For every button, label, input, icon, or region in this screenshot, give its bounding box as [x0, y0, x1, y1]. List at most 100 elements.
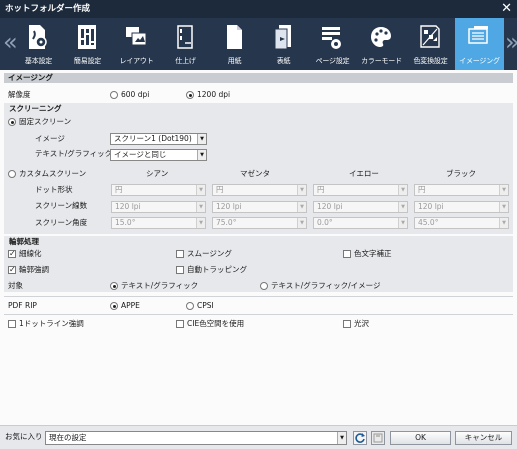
color-mode-icon: [371, 27, 391, 47]
black-angle-select[interactable]: 45.0° ▼: [414, 217, 509, 229]
magenta-dot-select[interactable]: 円 ▼: [212, 184, 307, 196]
custom-screen-label[interactable]: カスタムスクリーン: [19, 169, 86, 179]
easy-settings-icon: [78, 25, 96, 49]
image-screen-select[interactable]: スクリーン1 (Dot190) ▼: [110, 133, 207, 145]
color-char-checkbox[interactable]: [343, 250, 351, 258]
yellow-dot-select[interactable]: 円 ▼: [313, 184, 408, 196]
pdf-appe-label[interactable]: APPE: [121, 301, 140, 311]
tab-label: ページ設定: [315, 57, 350, 65]
pdf-rip-label: PDF RIP: [8, 301, 37, 310]
target-text-graphic-radio[interactable]: [110, 282, 118, 290]
smoothing-checkbox[interactable]: [176, 250, 184, 258]
one-dot-line-label[interactable]: 1ドットライン強調: [19, 319, 84, 329]
pdf-cpsi-label[interactable]: CPSI: [197, 301, 214, 311]
cover-icon: [274, 25, 291, 50]
favorites-select[interactable]: 現在の設定 ▼: [45, 431, 347, 445]
refresh-button[interactable]: [353, 431, 367, 445]
favorites-value: 現在の設定: [49, 433, 87, 442]
magenta-lpi-select[interactable]: 120 lpi ▼: [212, 201, 307, 213]
edge-processing-section: [4, 236, 513, 292]
target-text-graphic-label[interactable]: テキスト/グラフィック: [121, 281, 198, 291]
tab-finishing[interactable]: 仕上げ: [161, 18, 210, 70]
black-dot-select[interactable]: 円 ▼: [414, 184, 509, 196]
tab-cover[interactable]: 表紙: [259, 18, 308, 70]
chevron-down-icon: ▼: [197, 150, 206, 160]
tab-label: 色変換設定: [413, 57, 448, 65]
resolution-1200-label[interactable]: 1200 dpi: [197, 90, 230, 100]
tab-imaging[interactable]: イメージング: [455, 18, 504, 70]
image-label: イメージ: [35, 134, 65, 143]
scroll-right-icon[interactable]: »: [505, 28, 517, 58]
column-yellow: イエロー: [349, 169, 379, 178]
page-settings-icon: [322, 27, 341, 49]
tab-easy-settings[interactable]: 簡易設定: [63, 18, 112, 70]
edge-processing-title: 輪郭処理: [9, 237, 39, 246]
imaging-panel: イメージング 解像度 600 dpi 1200 dpi スクリーニング 固定スク…: [0, 70, 517, 425]
target-all-label[interactable]: テキスト/グラフィック/イメージ: [271, 281, 381, 291]
target-all-radio[interactable]: [260, 282, 268, 290]
tab-paper[interactable]: 用紙: [210, 18, 259, 70]
thinning-label[interactable]: 細線化: [19, 249, 42, 259]
cyan-angle-select[interactable]: 15.0° ▼: [111, 217, 206, 229]
title-bar: ホットフォルダー作成 ✕: [0, 0, 517, 18]
yellow-angle-select[interactable]: 0.0° ▼: [313, 217, 408, 229]
tab-page-settings[interactable]: ページ設定: [308, 18, 357, 70]
yellow-angle-value: 0.0°: [317, 218, 333, 227]
scroll-left-icon[interactable]: «: [3, 28, 18, 58]
layout-icon: [126, 27, 147, 46]
tab-label: 用紙: [227, 57, 242, 65]
smoothing-label[interactable]: スムージング: [187, 249, 232, 259]
tab-color-conversion[interactable]: 色変換設定: [406, 18, 455, 70]
auto-trap-label[interactable]: 自動トラッピング: [187, 265, 247, 275]
tab-bar: « 基本設定 簡易設定 レイアウト 仕上げ 用紙 表紙 ページ設定 カラーモード…: [0, 18, 517, 70]
text-graphic-screen-value: イメージと同じ: [114, 150, 167, 159]
resolution-1200-radio[interactable]: [186, 91, 194, 99]
tab-color-mode[interactable]: カラーモード: [357, 18, 406, 70]
pdf-appe-radio[interactable]: [110, 302, 118, 310]
imaging-icon: [468, 26, 488, 44]
chevron-down-icon: ▼: [297, 218, 306, 228]
edge-enhance-checkbox[interactable]: [8, 265, 16, 274]
custom-screen-radio[interactable]: [8, 170, 16, 178]
cie-color-checkbox[interactable]: [176, 320, 184, 328]
divider: [4, 296, 513, 297]
fixed-screen-label[interactable]: 固定スクリーン: [19, 117, 71, 127]
close-icon[interactable]: ✕: [501, 0, 512, 17]
yellow-lpi-value: 120 lpi: [317, 202, 343, 211]
one-dot-line-checkbox[interactable]: [8, 320, 16, 328]
footer-bar: お気に入り 現在の設定 ▼ OK キャンセル: [0, 425, 517, 449]
cyan-dot-select[interactable]: 円 ▼: [111, 184, 206, 196]
magenta-dot-value: 円: [216, 185, 224, 194]
black-lpi-select[interactable]: 120 lpi ▼: [414, 201, 509, 213]
ok-button[interactable]: OK: [390, 431, 451, 445]
thinning-checkbox[interactable]: [8, 249, 16, 258]
yellow-dot-value: 円: [317, 185, 325, 194]
cyan-angle-value: 15.0°: [115, 218, 136, 227]
fixed-screen-radio[interactable]: [8, 118, 16, 126]
chevron-down-icon: ▼: [197, 134, 206, 144]
screen-lpi-label: スクリーン線数: [35, 201, 88, 210]
tab-layout[interactable]: レイアウト: [112, 18, 161, 70]
pdf-cpsi-radio[interactable]: [186, 302, 194, 310]
resolution-600-radio[interactable]: [110, 91, 118, 99]
save-favorite-button[interactable]: [371, 431, 385, 445]
paper-icon: [227, 25, 242, 49]
text-graphic-screen-select[interactable]: イメージと同じ ▼: [110, 149, 207, 161]
gloss-label[interactable]: 光沢: [354, 319, 369, 329]
cancel-button[interactable]: キャンセル: [455, 431, 512, 445]
magenta-angle-select[interactable]: 75.0° ▼: [212, 217, 307, 229]
column-black: ブラック: [446, 169, 476, 178]
auto-trap-checkbox[interactable]: [176, 266, 184, 274]
basic-settings-icon: [29, 25, 47, 49]
column-cyan: シアン: [146, 169, 169, 178]
tab-basic-settings[interactable]: 基本設定: [14, 18, 63, 70]
cie-color-label[interactable]: CIE色空間を使用: [187, 319, 244, 329]
gloss-checkbox[interactable]: [343, 320, 351, 328]
yellow-lpi-select[interactable]: 120 lpi ▼: [313, 201, 408, 213]
color-char-label[interactable]: 色文字補正: [354, 249, 392, 259]
cyan-lpi-select[interactable]: 120 lpi ▼: [111, 201, 206, 213]
edge-enhance-label[interactable]: 輪郭強調: [19, 265, 49, 275]
refresh-icon: [355, 433, 365, 443]
tab-label: 表紙: [276, 57, 291, 65]
resolution-600-label[interactable]: 600 dpi: [121, 90, 149, 100]
